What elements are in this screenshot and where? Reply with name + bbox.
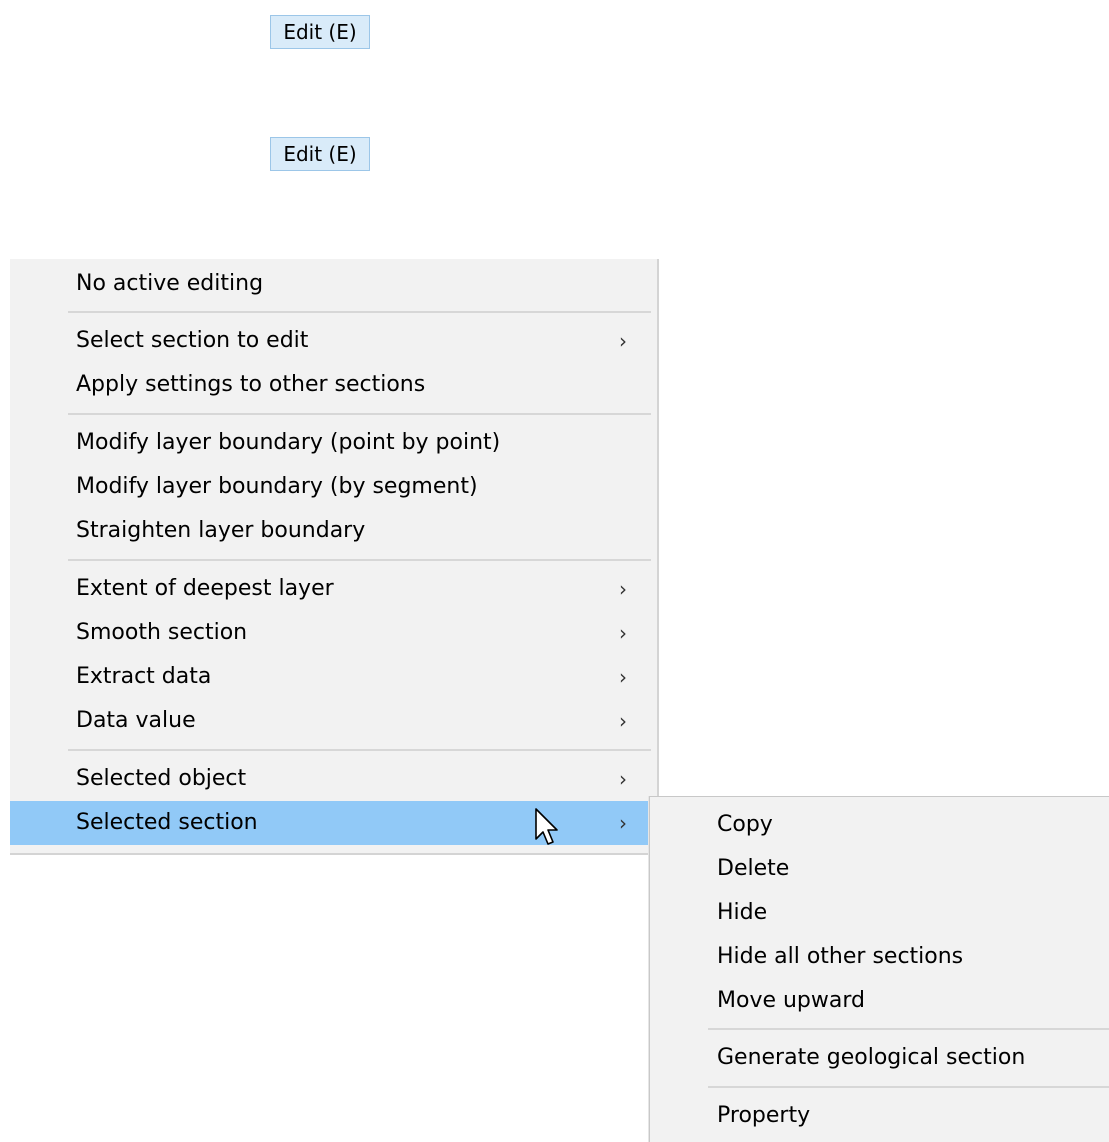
menu-separator <box>68 413 651 415</box>
edit-menu-button-secondary[interactable]: Edit (E) <box>270 137 370 171</box>
mouse-pointer-icon <box>535 808 558 845</box>
menu-item-label: Selected section <box>76 810 258 835</box>
menu-separator <box>708 1028 1109 1030</box>
submenu-item-hide[interactable]: Hide <box>650 891 1109 935</box>
menu-item-data-value[interactable]: Data value › <box>10 699 657 743</box>
chevron-right-icon: › <box>619 577 627 601</box>
menu-item-label: Generate geological section <box>717 1045 1026 1070</box>
menu-item-label: Extract data <box>76 664 212 689</box>
menu-separator <box>708 1086 1109 1088</box>
menu-item-label: Move upward <box>717 988 865 1013</box>
menu-item-selected-object[interactable]: Selected object › <box>10 757 657 801</box>
menu-item-no-active-editing[interactable]: No active editing <box>10 262 657 306</box>
menu-item-label: Delete <box>717 856 790 881</box>
menu-item-label: Apply settings to other sections <box>76 372 426 397</box>
submenu-item-move-upward[interactable]: Move upward <box>650 979 1109 1023</box>
selected-section-submenu: Copy Delete Hide Hide all other sections… <box>649 796 1109 1142</box>
menu-item-modify-boundary-segment[interactable]: Modify layer boundary (by segment) <box>10 465 657 509</box>
submenu-item-copy[interactable]: Copy <box>650 803 1109 847</box>
chevron-right-icon: › <box>619 621 627 645</box>
chevron-right-icon: › <box>619 709 627 733</box>
menu-item-label: Selected object <box>76 766 247 791</box>
menu-item-straighten-boundary[interactable]: Straighten layer boundary <box>10 509 657 553</box>
menu-item-modify-boundary-point[interactable]: Modify layer boundary (point by point) <box>10 421 657 465</box>
chevron-right-icon: › <box>619 329 627 353</box>
menu-item-label: Property <box>717 1103 811 1128</box>
menu-item-label: Hide all other sections <box>717 944 964 969</box>
page: Edit (E) Edit (E) No active editing Sele… <box>0 0 1109 1142</box>
menu-item-label: Modify layer boundary (point by point) <box>76 430 501 455</box>
submenu-item-hide-all-other[interactable]: Hide all other sections <box>650 935 1109 979</box>
menu-item-extent-deepest-layer[interactable]: Extent of deepest layer › <box>10 567 657 611</box>
edit-menu-button[interactable]: Edit (E) <box>270 15 370 49</box>
menu-item-label: Select section to edit <box>76 328 309 353</box>
menu-separator <box>68 311 651 313</box>
menu-item-label: Smooth section <box>76 620 248 645</box>
submenu-item-delete[interactable]: Delete <box>650 847 1109 891</box>
submenu-item-property[interactable]: Property <box>650 1094 1109 1138</box>
section-context-menu: No active editing Select section to edit… <box>10 259 659 855</box>
menu-item-smooth-section[interactable]: Smooth section › <box>10 611 657 655</box>
menu-separator <box>68 559 651 561</box>
menu-item-label: No active editing <box>76 271 264 296</box>
submenu-item-generate-geological-section[interactable]: Generate geological section <box>650 1036 1109 1080</box>
menu-item-label: Modify layer boundary (by segment) <box>76 474 478 499</box>
menu-item-label: Copy <box>717 812 773 837</box>
menu-separator <box>68 749 651 751</box>
menu-item-label: Straighten layer boundary <box>76 518 366 543</box>
menu-item-label: Extent of deepest layer <box>76 576 334 601</box>
menu-item-select-section-to-edit[interactable]: Select section to edit › <box>10 319 657 363</box>
chevron-right-icon: › <box>619 665 627 689</box>
menu-item-label: Data value <box>76 708 196 733</box>
menu-item-label: Hide <box>717 900 768 925</box>
chevron-right-icon: › <box>619 767 627 791</box>
menu-item-apply-settings[interactable]: Apply settings to other sections <box>10 363 657 407</box>
chevron-right-icon: › <box>619 811 627 835</box>
menu-item-extract-data[interactable]: Extract data › <box>10 655 657 699</box>
